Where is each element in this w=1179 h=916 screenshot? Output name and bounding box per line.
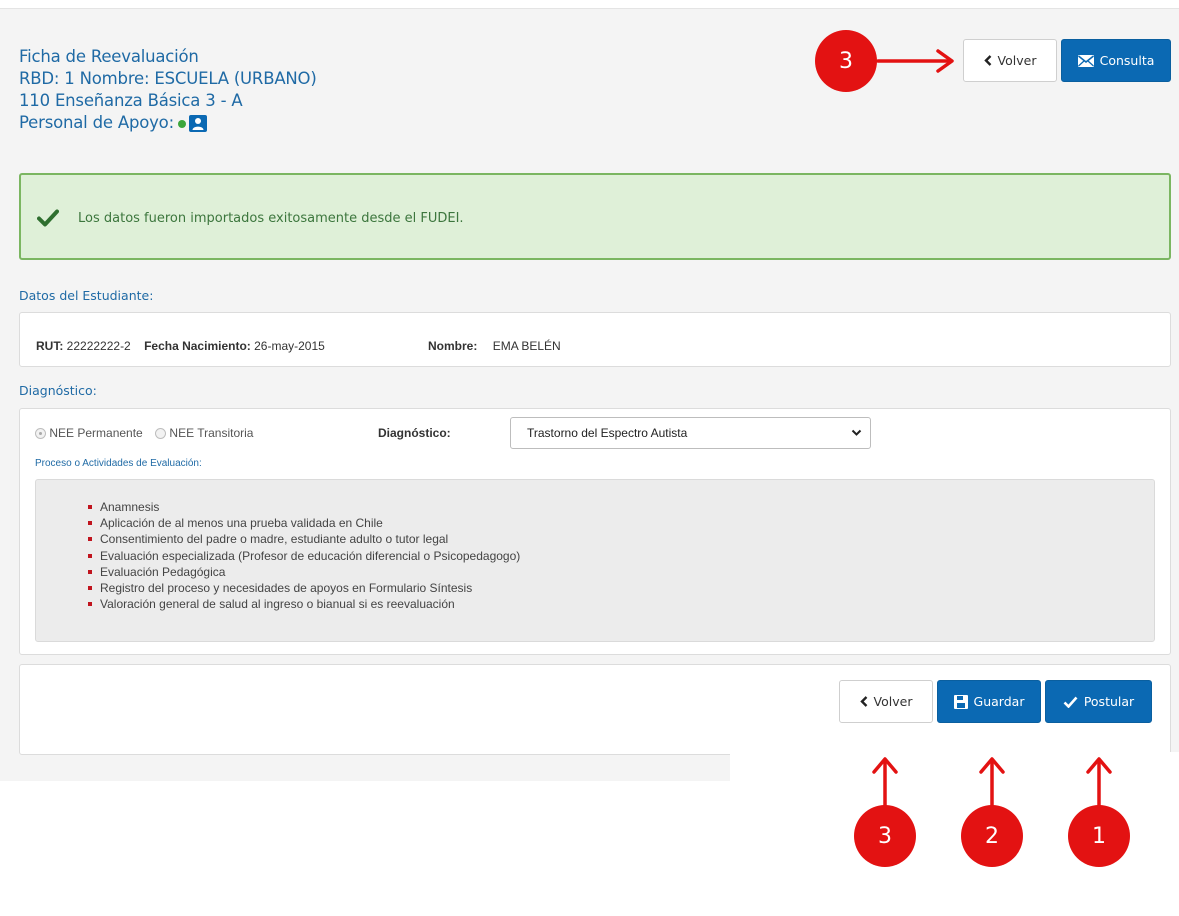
annotation-badge: 3 <box>815 30 877 92</box>
annotation-badge: 3 <box>854 805 916 867</box>
annotation-badge: 2 <box>961 805 1023 867</box>
annotation-arrows <box>872 49 1112 820</box>
annotation-badge: 1 <box>1068 805 1130 867</box>
